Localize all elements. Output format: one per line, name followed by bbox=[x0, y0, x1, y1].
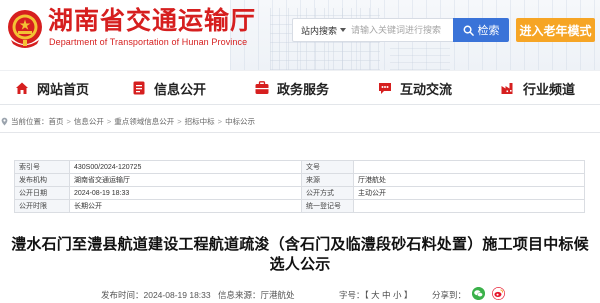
weibo-icon[interactable] bbox=[492, 287, 505, 300]
publish-time: 发布时间：2024-08-19 18:33 bbox=[101, 290, 211, 300]
search-box: 站内搜索 bbox=[292, 18, 454, 42]
search-scope-select[interactable]: 站内搜索 bbox=[293, 24, 337, 37]
meta-label: 统一登记号 bbox=[301, 199, 354, 213]
font-size-small[interactable]: 小 bbox=[393, 290, 402, 300]
meta-label: 公开方式 bbox=[301, 186, 354, 200]
meta-scope: 长期公开 bbox=[69, 199, 302, 213]
page-title: 澧水石门至澧县航道建设工程航道疏浚（含石门及临澧段砂石料处置）施工项目中标候选人… bbox=[11, 236, 589, 273]
meta-index-no: 430S00/2024-120725 bbox=[69, 160, 302, 174]
main-nav: 网站首页 信息公开 政务服务 互动交流 行业频道 bbox=[0, 70, 600, 105]
nav-item-label: 行业频道 bbox=[523, 81, 576, 97]
site-subtitle: Department of Transportation of Hunan Pr… bbox=[49, 37, 248, 47]
nav-item-label: 互动交流 bbox=[400, 81, 453, 97]
nav-item-label: 网站首页 bbox=[37, 81, 90, 97]
nav-item-label: 信息公开 bbox=[154, 81, 207, 97]
meta-method: 主动公开 bbox=[353, 186, 585, 200]
site-title: 湖南省交通运输厅 bbox=[48, 6, 257, 35]
breadcrumb-award-notice[interactable]: 中标公示 bbox=[225, 116, 255, 127]
home-icon bbox=[16, 82, 28, 94]
font-size-large[interactable]: 大 bbox=[371, 290, 380, 300]
breadcrumb-separator: > bbox=[66, 116, 71, 126]
nav-item-industry[interactable]: 行业频道 bbox=[500, 71, 575, 105]
national-emblem-icon bbox=[8, 10, 42, 48]
nav-item-home[interactable]: 网站首页 bbox=[14, 71, 89, 105]
meta-code bbox=[353, 199, 585, 213]
nav-item-label: 政务服务 bbox=[277, 81, 330, 97]
font-size-label: 字号： bbox=[339, 290, 365, 300]
divider bbox=[0, 132, 600, 133]
meta-label: 来源 bbox=[301, 173, 354, 187]
table-row: 公开日期 2024-08-19 18:33 公开方式 主动公开 bbox=[14, 186, 585, 200]
meta-label: 公开时限 bbox=[14, 199, 70, 213]
service-icon bbox=[255, 81, 269, 94]
breadcrumb-key-areas[interactable]: 重点领域信息公开 bbox=[114, 116, 174, 127]
table-row: 发布机构 湖南省交通运输厅 来源 厅港航处 bbox=[14, 173, 585, 187]
breadcrumb-info-public[interactable]: 信息公开 bbox=[74, 116, 104, 127]
breadcrumb-separator: > bbox=[177, 116, 182, 126]
wechat-icon[interactable] bbox=[472, 287, 485, 300]
interaction-icon bbox=[379, 83, 391, 94]
meta-label: 发布机构 bbox=[14, 173, 70, 187]
elder-mode-button[interactable]: 进入老年模式 bbox=[516, 18, 595, 42]
meta-source: 厅港航处 bbox=[353, 173, 585, 187]
search-button[interactable]: 检索 bbox=[453, 18, 509, 42]
meta-publisher: 湖南省交通运输厅 bbox=[69, 173, 302, 187]
meta-label: 文号 bbox=[301, 160, 354, 174]
breadcrumb-separator: > bbox=[106, 116, 112, 126]
meta-doc-no bbox=[353, 160, 585, 174]
breadcrumb: 当前位置： 首页 > 信息公开 > 重点领域信息公开 > 招标中标 > 中标公示 bbox=[0, 114, 255, 128]
breadcrumb-bidding[interactable]: 招标中标 bbox=[185, 116, 215, 127]
document-info-bar: 发布时间：2024-08-19 18:33 信息来源：厅港航处 字号：【 大 中… bbox=[0, 287, 600, 303]
nav-item-info-public[interactable]: 信息公开 bbox=[131, 71, 206, 105]
font-size-medium[interactable]: 中 bbox=[382, 290, 391, 300]
search-button-label: 检索 bbox=[477, 25, 500, 37]
breadcrumb-prefix: 当前位置： bbox=[11, 116, 49, 126]
nav-item-interaction[interactable]: 互动交流 bbox=[377, 71, 452, 105]
search-icon bbox=[463, 25, 474, 36]
font-size-bracket: 】 bbox=[403, 290, 413, 300]
industry-icon bbox=[501, 83, 513, 94]
location-icon bbox=[1, 117, 8, 125]
meta-label: 索引号 bbox=[14, 160, 70, 174]
breadcrumb-home[interactable]: 首页 bbox=[49, 116, 64, 127]
meta-label: 公开日期 bbox=[14, 186, 70, 200]
chevron-down-icon[interactable] bbox=[340, 28, 347, 32]
nav-item-gov-service[interactable]: 政务服务 bbox=[254, 71, 329, 105]
font-size-control: 字号：【 大 中 小 】 bbox=[339, 289, 412, 301]
table-row: 公开时限 长期公开 统一登记号 bbox=[14, 199, 585, 213]
info-public-icon bbox=[133, 81, 145, 95]
font-size-bracket: 【 bbox=[364, 290, 369, 300]
info-source: 信息来源：厅港航处 bbox=[218, 290, 295, 300]
document-meta-table: 索引号 430S00/2024-120725 文号 发布机构 湖南省交通运输厅 … bbox=[14, 160, 585, 213]
meta-date: 2024-08-19 18:33 bbox=[69, 186, 302, 200]
table-row: 索引号 430S00/2024-120725 文号 bbox=[14, 160, 585, 174]
breadcrumb-separator: > bbox=[217, 116, 223, 126]
share-label: 分享到： bbox=[432, 290, 467, 300]
site-header: 湖南省交通运输厅 Department of Transportation of… bbox=[0, 0, 600, 70]
search-input[interactable] bbox=[351, 20, 450, 40]
